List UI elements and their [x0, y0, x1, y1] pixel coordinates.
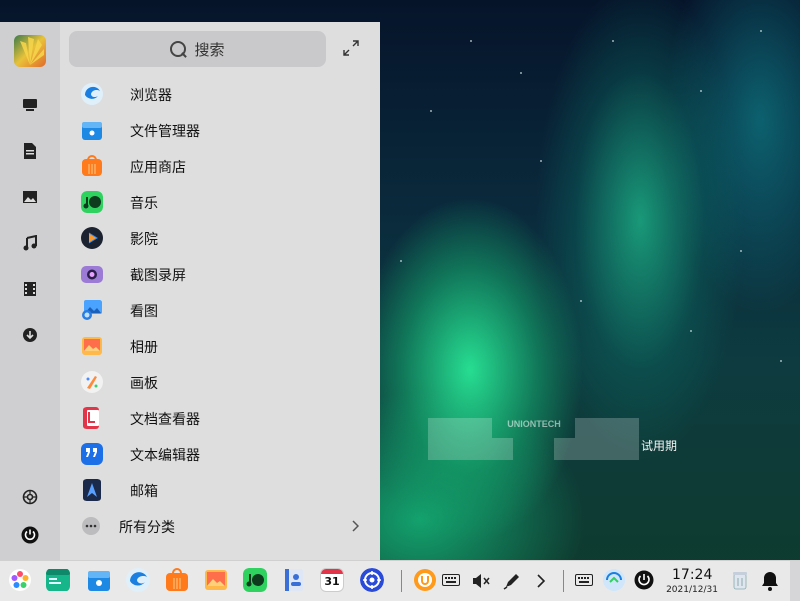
chevron-right-icon[interactable]: [536, 574, 546, 588]
multitask-view-icon[interactable]: [46, 568, 70, 592]
music-app-icon: [81, 191, 103, 213]
app-label: 邮箱: [130, 484, 158, 500]
calendar-day: 31: [324, 575, 340, 588]
contacts-taskbar-icon[interactable]: [282, 568, 306, 592]
app-label: 文件管理器: [130, 124, 200, 140]
app-label: 文本编辑器: [130, 448, 200, 464]
trash-icon[interactable]: [731, 570, 749, 590]
network-icon[interactable]: [602, 568, 626, 592]
draw-icon: [81, 371, 103, 393]
search-icon: [170, 41, 187, 57]
app-label: 音乐: [130, 196, 158, 212]
trial-text: 试用期: [641, 439, 678, 453]
app-label: 应用商店: [130, 160, 186, 176]
app-item-movie[interactable]: 影院: [60, 220, 380, 256]
power-icon[interactable]: [20, 525, 40, 545]
calendar-taskbar-icon[interactable]: 31: [320, 568, 344, 592]
notification-bell-icon[interactable]: [761, 571, 779, 591]
movie-icon: [81, 227, 103, 249]
uniontech-assistant-icon[interactable]: [413, 568, 437, 592]
launcher-panel: 搜索 浏览器 文件管理器 应用商店 音乐 影院 截图录屏 看图 相册 画板 文档…: [0, 22, 380, 560]
all-categories-button[interactable]: 所有分类: [60, 508, 380, 544]
settings-icon[interactable]: [20, 487, 40, 507]
app-store-icon: [82, 155, 102, 176]
app-item-draw[interactable]: 画板: [60, 364, 380, 400]
pictures-icon[interactable]: [20, 187, 40, 207]
more-icon: [82, 517, 100, 535]
settings-taskbar-icon[interactable]: [360, 568, 384, 592]
clock-time[interactable]: 17:24: [672, 567, 712, 583]
image-viewer-icon: [82, 300, 102, 320]
app-item-document-viewer[interactable]: 文档查看器: [60, 400, 380, 436]
search-input[interactable]: 搜索: [69, 31, 326, 67]
chevron-right-icon: [352, 520, 359, 532]
app-item-mail[interactable]: 邮箱: [60, 472, 380, 508]
videos-icon[interactable]: [20, 279, 40, 299]
app-item-app-store[interactable]: 应用商店: [60, 148, 380, 184]
power-taskbar-icon[interactable]: [634, 570, 654, 590]
text-editor-icon: [81, 443, 103, 465]
app-label: 影院: [130, 232, 158, 248]
fullscreen-expand-icon[interactable]: [342, 39, 360, 57]
app-label: 浏览器: [130, 88, 172, 104]
app-label: 截图录屏: [130, 268, 186, 284]
documents-icon[interactable]: [20, 141, 40, 161]
app-label: 看图: [130, 304, 158, 320]
app-item-image-viewer[interactable]: 看图: [60, 292, 380, 328]
app-store-taskbar-icon[interactable]: [165, 568, 189, 592]
uniontech-watermark: UNIONTECH: [428, 418, 639, 460]
watermark-text: UNIONTECH: [507, 419, 561, 429]
onscreen-keyboard-icon[interactable]: [575, 573, 593, 587]
pen-icon[interactable]: [503, 572, 521, 590]
taskbar: 31 17:24 2021/12/31: [0, 560, 800, 601]
app-item-text-editor[interactable]: 文本编辑器: [60, 436, 380, 472]
launcher-sidebar: [0, 22, 60, 560]
music-icon[interactable]: [20, 233, 40, 253]
keyboard-icon[interactable]: [442, 573, 460, 587]
app-item-album[interactable]: 相册: [60, 328, 380, 364]
show-desktop-button[interactable]: [790, 561, 800, 601]
app-label: 画板: [130, 376, 158, 392]
app-item-file-manager[interactable]: 文件管理器: [60, 112, 380, 148]
app-item-music[interactable]: 音乐: [60, 184, 380, 220]
taskbar-separator: [563, 570, 564, 592]
app-item-screenshot[interactable]: 截图录屏: [60, 256, 380, 292]
file-manager-icon: [82, 122, 102, 140]
volume-muted-icon[interactable]: [472, 573, 490, 589]
avatar[interactable]: [14, 35, 46, 67]
browser-taskbar-icon[interactable]: [126, 568, 150, 592]
all-categories-label: 所有分类: [119, 520, 175, 536]
taskbar-separator: [401, 570, 402, 592]
downloads-icon[interactable]: [20, 325, 40, 345]
music-taskbar-icon[interactable]: [243, 568, 267, 592]
browser-icon: [81, 83, 103, 105]
screenshot-icon: [81, 266, 103, 283]
file-manager-taskbar-icon[interactable]: [87, 568, 111, 592]
app-label: 相册: [130, 340, 158, 356]
album-taskbar-icon[interactable]: [204, 568, 228, 592]
document-viewer-icon: [83, 407, 99, 429]
app-item-browser[interactable]: 浏览器: [60, 76, 380, 112]
search-placeholder: 搜索: [194, 40, 225, 59]
mail-icon: [83, 479, 101, 501]
launcher-icon[interactable]: [8, 568, 32, 592]
computer-icon[interactable]: [20, 95, 40, 115]
album-icon: [82, 337, 102, 355]
clock-date[interactable]: 2021/12/31: [662, 585, 722, 595]
app-label: 文档查看器: [130, 412, 200, 428]
